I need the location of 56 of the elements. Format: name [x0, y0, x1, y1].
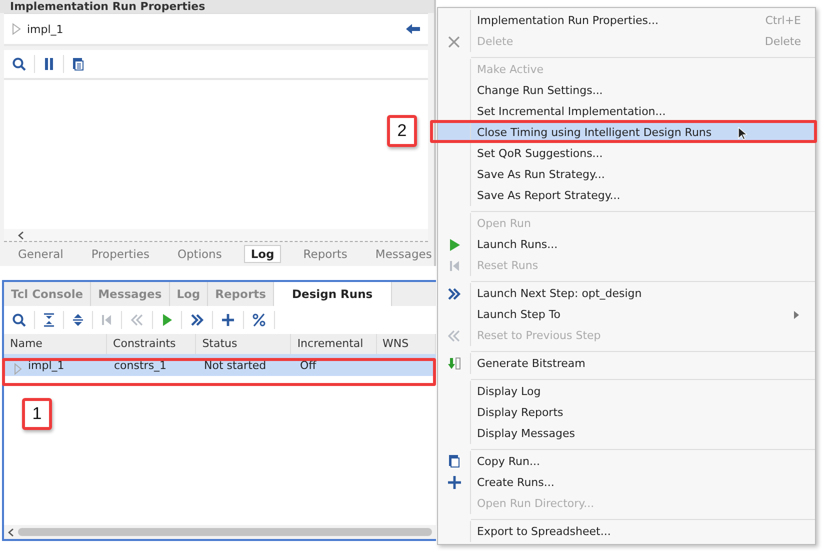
download-bits-icon: [448, 357, 460, 370]
tab[interactable]: Messages: [369, 246, 438, 262]
search-icon[interactable]: [12, 313, 26, 327]
menu-item[interactable]: Set QoR Suggestions...: [438, 143, 815, 164]
table-cell: constrs_1: [114, 358, 167, 372]
mouse-pointer-icon: [738, 127, 747, 140]
double-chevron-right-icon: [448, 288, 460, 300]
skip-back-icon: [448, 260, 460, 272]
menu-item[interactable]: Display Reports: [438, 402, 815, 423]
plus-icon: [448, 476, 460, 489]
shortcut-label: Ctrl+E: [765, 14, 802, 27]
back-arrow-icon[interactable]: [406, 24, 420, 34]
pause-icon[interactable]: [43, 57, 55, 71]
document-icon: [448, 455, 460, 468]
step-number-label: 1: [22, 398, 52, 430]
tab[interactable]: Properties: [85, 246, 156, 262]
menu-item[interactable]: Launch Runs...: [438, 234, 815, 255]
play-icon: [448, 238, 460, 250]
menu-item[interactable]: Create Runs...: [438, 472, 815, 493]
search-icon[interactable]: [12, 57, 26, 71]
menu-item[interactable]: Launch Next Step: opt_design: [438, 283, 815, 304]
run-name: impl_1: [27, 22, 64, 36]
menu-item[interactable]: Copy Run...: [438, 451, 815, 472]
menu-item[interactable]: Export to Spreadsheet...: [438, 521, 815, 542]
collapse-all-icon[interactable]: [43, 313, 55, 327]
step-number-label: 2: [387, 115, 417, 147]
menu-item[interactable]: Implementation Run Properties... Ctrl+E: [438, 10, 815, 31]
tab[interactable]: Design Runs: [274, 282, 392, 306]
menu-item[interactable]: Set Incremental Implementation...: [438, 101, 815, 122]
tab[interactable]: Reports: [297, 246, 354, 262]
scroll-left-icon[interactable]: [8, 528, 14, 536]
tab[interactable]: Log: [244, 245, 282, 263]
close-icon: [448, 36, 460, 48]
menu-item[interactable]: Display Log: [438, 381, 815, 402]
menu-item[interactable]: Display Messages: [438, 423, 815, 444]
double-chevron-right-icon[interactable]: [190, 313, 204, 327]
document-icon[interactable]: [72, 57, 84, 71]
tab[interactable]: Options: [171, 246, 228, 262]
table-cell: Off: [300, 358, 316, 372]
scrollbar-thumb[interactable]: [18, 528, 432, 536]
plus-icon[interactable]: [221, 313, 235, 327]
double-chevron-left-icon: [448, 330, 460, 342]
menu-item[interactable]: Generate Bitstream: [438, 353, 815, 374]
tab[interactable]: General: [12, 246, 70, 262]
table-cell: impl_1: [28, 358, 64, 372]
shortcut-label: Delete: [764, 35, 802, 48]
menu-item[interactable]: Change Run Settings...: [438, 80, 815, 101]
expand-all-icon[interactable]: [72, 313, 84, 327]
percent-icon[interactable]: [252, 313, 266, 327]
table-cell: Not started: [204, 358, 266, 372]
menu-item[interactable]: Save As Report Strategy...: [438, 185, 815, 206]
menu-item[interactable]: Save As Run Strategy...: [438, 164, 815, 185]
menu-item[interactable]: Launch Step To: [438, 304, 815, 325]
play-icon[interactable]: [161, 313, 173, 327]
scroll-left-icon[interactable]: [18, 230, 24, 240]
panel-title: Implementation Run Properties: [10, 0, 206, 13]
